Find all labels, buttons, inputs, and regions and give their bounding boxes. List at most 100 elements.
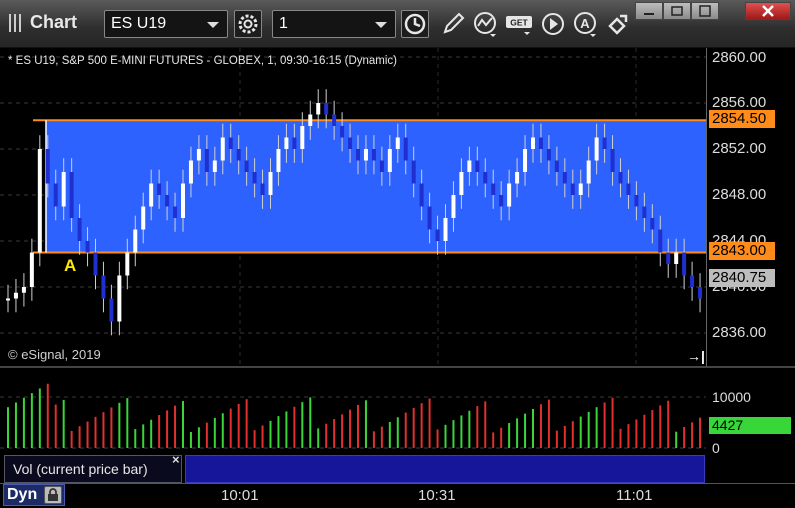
price-bar <box>45 149 50 184</box>
price-bar <box>658 229 663 253</box>
study-area <box>185 455 705 483</box>
price-bar <box>554 160 559 172</box>
price-tick: 2852.00 <box>712 140 767 157</box>
price-bar <box>626 183 631 195</box>
price-tick: 2836.00 <box>712 324 767 341</box>
price-bar <box>459 172 464 195</box>
price-bar <box>443 218 448 241</box>
interval-settings-button[interactable] <box>401 10 429 38</box>
time-tick: 10:31 <box>418 487 456 504</box>
price-bar <box>363 149 368 161</box>
study-icon[interactable] <box>472 10 498 38</box>
price-bar <box>682 252 687 276</box>
price-bar <box>53 183 58 207</box>
price-bar <box>228 137 233 149</box>
price-tick: 2848.00 <box>712 186 767 203</box>
price-bar <box>101 275 106 299</box>
symbol-settings-button[interactable] <box>234 10 262 38</box>
price-bar <box>133 229 138 253</box>
maximize-button[interactable] <box>691 2 719 20</box>
price-bar <box>538 137 543 149</box>
price-bar <box>109 298 114 322</box>
price-bar <box>181 183 185 218</box>
price-tick: 2856.00 <box>712 94 767 111</box>
remove-study-icon[interactable]: × <box>172 452 180 467</box>
clock-icon <box>404 13 426 35</box>
price-bar <box>634 195 639 207</box>
chart-legend: * ES U19, S&P 500 E-MINI FUTURES - GLOBE… <box>8 55 398 67</box>
symbol-combo[interactable]: ES U19 <box>104 10 228 38</box>
gear-icon <box>238 14 258 34</box>
volume-tick: 10000 <box>712 389 751 405</box>
lock-icon[interactable] <box>44 486 62 504</box>
get-data-icon[interactable]: GET <box>504 10 534 38</box>
price-bar <box>666 252 671 264</box>
price-bar <box>340 126 345 138</box>
price-bar <box>220 137 225 161</box>
dynamic-mode-label: Dyn <box>7 486 38 503</box>
marker-a-label[interactable]: A <box>64 256 76 276</box>
pencil-icon[interactable] <box>440 10 466 38</box>
price-range-band <box>46 120 706 253</box>
minimize-button[interactable] <box>635 2 663 20</box>
maximize-icon <box>699 5 711 17</box>
price-bar <box>13 292 18 299</box>
price-bar <box>117 275 122 322</box>
price-bar <box>475 160 480 172</box>
price-bar <box>531 137 535 149</box>
price-bar <box>586 160 591 184</box>
price-bar <box>602 137 607 149</box>
play-icon[interactable] <box>540 10 566 38</box>
price-bar <box>419 183 424 207</box>
price-bar <box>61 172 66 207</box>
price-bar <box>483 172 488 184</box>
price-bar <box>268 172 273 195</box>
price-bar <box>69 172 74 218</box>
lock-glyph <box>48 488 58 501</box>
jump-to-end-icon[interactable]: →| <box>687 348 705 364</box>
svg-text:GET: GET <box>510 18 528 28</box>
price-bar <box>467 160 472 172</box>
price-bar <box>6 298 10 301</box>
price-bar <box>284 137 289 149</box>
price-chart[interactable] <box>0 48 795 508</box>
price-bar <box>165 195 170 207</box>
chevron-down-icon[interactable] <box>375 22 387 28</box>
time-tick: 10:01 <box>221 487 259 504</box>
price-bar <box>515 172 520 184</box>
window-title: Chart <box>30 12 78 32</box>
interval-combo[interactable]: 1 <box>272 10 396 38</box>
price-bar <box>37 149 42 253</box>
chevron-down-icon[interactable] <box>207 22 219 28</box>
price-bar <box>403 137 408 161</box>
price-bar <box>491 183 496 195</box>
price-bar <box>260 183 265 195</box>
price-bar <box>379 160 384 172</box>
restore-button[interactable] <box>663 2 691 20</box>
panel-separator[interactable] <box>0 366 795 368</box>
lower-level-tag: 2843.00 <box>709 242 775 260</box>
link-icon[interactable] <box>604 10 630 38</box>
price-bar <box>387 149 392 172</box>
price-bar <box>252 172 257 184</box>
upper-level-tag: 2854.50 <box>709 110 775 128</box>
drag-grip-icon[interactable] <box>9 14 21 32</box>
close-window-button[interactable] <box>745 2 791 20</box>
time-axis[interactable] <box>0 483 795 508</box>
price-bar <box>244 160 249 172</box>
price-bar <box>507 183 512 207</box>
price-bar <box>196 149 201 161</box>
price-bar <box>618 172 623 184</box>
price-bar <box>371 149 376 161</box>
interval-value: 1 <box>279 15 288 32</box>
price-bar <box>578 183 583 195</box>
volume-study-label[interactable]: Vol (current price bar) <box>4 455 182 483</box>
price-bar <box>546 149 551 161</box>
price-bar <box>642 206 647 218</box>
price-bar <box>356 149 360 161</box>
price-bar <box>348 137 353 149</box>
price-bar <box>236 149 241 161</box>
alert-icon[interactable]: A <box>572 10 598 38</box>
close-icon <box>762 5 774 17</box>
price-bar <box>435 229 440 241</box>
